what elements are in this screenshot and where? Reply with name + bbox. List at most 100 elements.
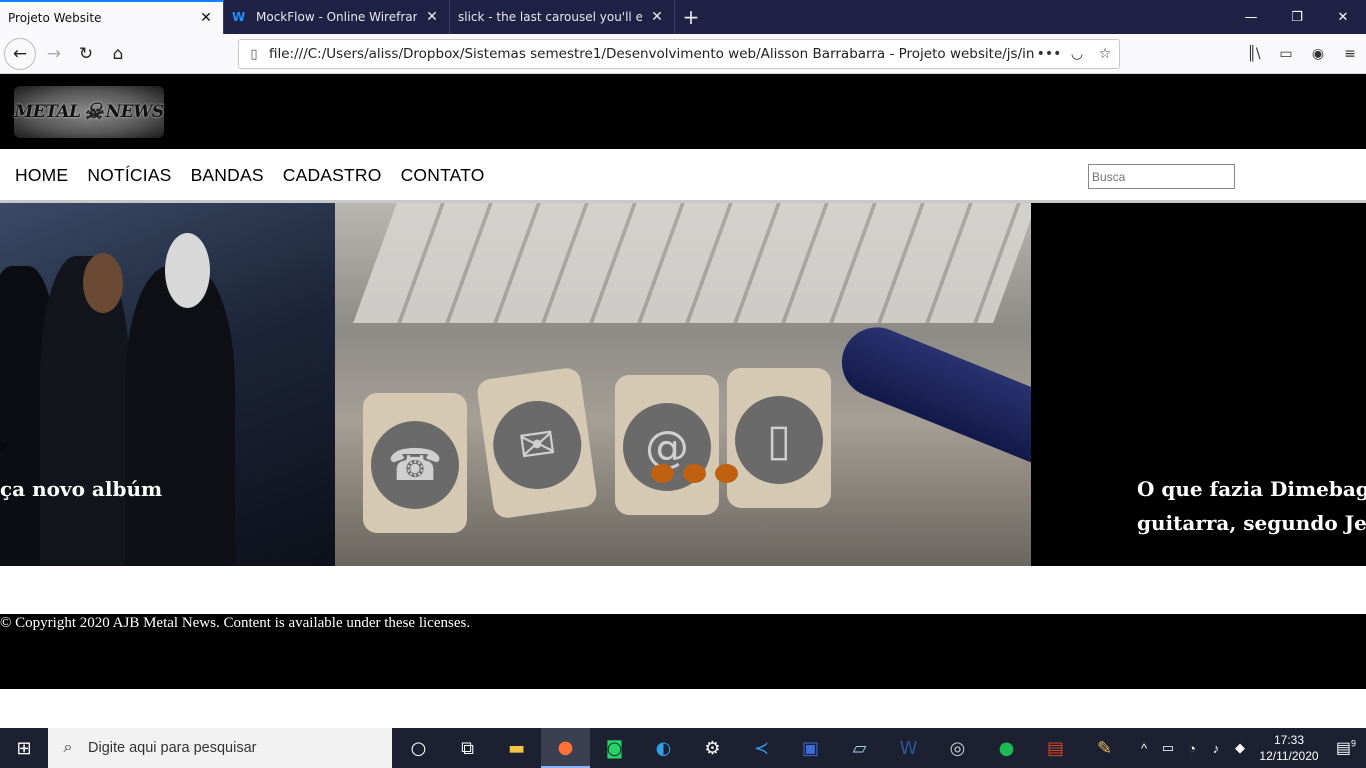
clock-time: 17:33 bbox=[1273, 733, 1305, 747]
dice-mail: ✉ bbox=[475, 366, 599, 520]
carousel-slide-band[interactable]: ça novo albúm bbox=[0, 203, 335, 566]
toolbar-right: ║\ ▭ ◉ ≡ bbox=[1238, 38, 1366, 70]
library-icon[interactable]: ║\ bbox=[1238, 38, 1270, 70]
system-tray: ^ ▭ ◔ ♪ ◆ 17:33 12/11/2020 ▤9 bbox=[1132, 728, 1366, 768]
carousel-dots bbox=[651, 464, 747, 483]
site-footer: © Copyright 2020 AJB Metal News. Content… bbox=[0, 614, 1366, 689]
home-icon[interactable]: ⌂ bbox=[102, 38, 134, 70]
account-icon[interactable]: ◉ bbox=[1302, 38, 1334, 70]
windows-start-icon[interactable]: ⊞ bbox=[0, 728, 48, 768]
carousel-dot[interactable] bbox=[683, 464, 706, 483]
back-button[interactable]: ← bbox=[4, 38, 36, 70]
dice-mobile: ▯ bbox=[727, 368, 831, 508]
pen-image bbox=[831, 316, 1031, 480]
address-bar[interactable]: ▯ file:///C:/Users/aliss/Dropbox/Sistema… bbox=[238, 39, 1120, 69]
carousel-slide-contact[interactable]: ☎ ✉ @ ▯ bbox=[335, 203, 1031, 566]
word-icon[interactable]: W bbox=[884, 728, 933, 768]
skull-icon: ☠ bbox=[83, 99, 104, 125]
forward-button[interactable]: → bbox=[38, 38, 70, 70]
sidebar-icon[interactable]: ▭ bbox=[1270, 38, 1302, 70]
site-header: METAL ☠ NEWS bbox=[0, 74, 1366, 149]
page-icon: ▯ bbox=[250, 46, 258, 62]
carousel-dot[interactable] bbox=[651, 464, 674, 483]
band-member-head bbox=[165, 233, 210, 308]
logo-text-right: NEWS bbox=[105, 102, 164, 122]
site-logo[interactable]: METAL ☠ NEWS bbox=[14, 86, 164, 138]
more-icon[interactable]: ••• bbox=[1035, 46, 1063, 62]
url-text[interactable]: file:///C:/Users/aliss/Dropbox/Sistemas … bbox=[269, 46, 1035, 62]
logo-text-left: METAL bbox=[14, 102, 81, 122]
pocket-icon[interactable]: ◡ bbox=[1063, 46, 1091, 62]
search-input[interactable] bbox=[1088, 164, 1235, 189]
copyright-text: © Copyright 2020 AJB Metal News. Content… bbox=[0, 615, 471, 631]
carousel-slide-dimebag[interactable]: O que fazia Dimebag guitarra, segundo Je… bbox=[1031, 203, 1366, 566]
task-view-icon[interactable]: ⧉ bbox=[443, 728, 492, 768]
stray-text: > bbox=[0, 439, 9, 455]
minimize-button[interactable]: — bbox=[1228, 0, 1274, 34]
volume-icon[interactable]: ♪ bbox=[1204, 741, 1228, 756]
chevron-up-icon[interactable]: ^ bbox=[1132, 741, 1156, 756]
notification-count: 9 bbox=[1351, 738, 1357, 749]
dice-phone: ☎ bbox=[363, 393, 467, 533]
tab-projeto-website[interactable]: Projeto Website ✕ bbox=[0, 0, 224, 34]
close-icon[interactable]: ✕ bbox=[648, 9, 666, 25]
tab-title: slick - the last carousel you'll ever n bbox=[458, 10, 642, 24]
envelope-icon: ✉ bbox=[487, 395, 587, 495]
whatsapp-icon[interactable]: ◙ bbox=[590, 728, 639, 768]
tab-mockflow[interactable]: W MockFlow - Online Wirefram ✕ bbox=[224, 0, 450, 34]
notepad-icon[interactable]: ▱ bbox=[835, 728, 884, 768]
caption-line-2: guitarra, segundo Jer bbox=[1137, 511, 1366, 535]
dice-at: @ bbox=[615, 375, 719, 515]
dropbox-icon[interactable]: ◆ bbox=[1228, 740, 1252, 756]
bookmark-star-icon[interactable]: ☆ bbox=[1091, 46, 1119, 62]
settings-gear-icon[interactable]: ⚙ bbox=[688, 728, 737, 768]
tab-title: Projeto Website bbox=[8, 11, 102, 25]
windows-taskbar: ⊞ ⌕ Digite aqui para pesquisar ○ ⧉ ▬ ● ◙… bbox=[0, 728, 1366, 768]
vscode-icon[interactable]: ≺ bbox=[737, 728, 786, 768]
nav-item-bandas[interactable]: BANDAS bbox=[191, 165, 264, 186]
keyboard-image bbox=[353, 203, 1031, 323]
nav-item-noticias[interactable]: NOTÍCIAS bbox=[87, 165, 171, 186]
clock[interactable]: 17:33 12/11/2020 bbox=[1252, 732, 1326, 764]
tab-slick[interactable]: slick - the last carousel you'll ever n … bbox=[450, 0, 675, 34]
site-nav: HOME NOTÍCIAS BANDAS CADASTRO CONTATO bbox=[0, 149, 1366, 203]
clock-date: 12/11/2020 bbox=[1259, 749, 1319, 763]
file-explorer-icon[interactable]: ▬ bbox=[492, 728, 541, 768]
devc-icon[interactable]: ▣ bbox=[786, 728, 835, 768]
firefox-icon[interactable]: ● bbox=[541, 728, 590, 768]
slide-caption: O que fazia Dimebag guitarra, segundo Je… bbox=[1137, 472, 1366, 540]
taskbar-search[interactable]: ⌕ Digite aqui para pesquisar bbox=[48, 728, 392, 768]
notification-icon[interactable]: ▤9 bbox=[1326, 738, 1366, 758]
wifi-icon[interactable]: ◔ bbox=[1180, 741, 1204, 756]
reload-button[interactable]: ↻ bbox=[70, 38, 102, 70]
battery-icon[interactable]: ▭ bbox=[1156, 740, 1180, 756]
powerpoint-icon[interactable]: ▤ bbox=[1031, 728, 1080, 768]
caption-line-1: O que fazia Dimebag bbox=[1137, 477, 1366, 501]
menu-icon[interactable]: ≡ bbox=[1334, 38, 1366, 70]
mockflow-icon: W bbox=[232, 10, 246, 24]
browser-tab-bar: Projeto Website ✕ W MockFlow - Online Wi… bbox=[0, 0, 1366, 34]
carousel[interactable]: ça novo albúm ☎ ✉ @ ▯ O que fazia Dimeba… bbox=[0, 203, 1366, 566]
carousel-dot[interactable] bbox=[715, 464, 738, 483]
band-member bbox=[125, 266, 235, 566]
nav-item-cadastro[interactable]: CADASTRO bbox=[283, 165, 382, 186]
taskbar-apps: ○ ⧉ ▬ ● ◙ ◐ ⚙ ≺ ▣ ▱ W ◎ ● ▤ ✎ bbox=[394, 728, 1129, 768]
paint-icon[interactable]: ✎ bbox=[1080, 728, 1129, 768]
edge-icon[interactable]: ◐ bbox=[639, 728, 688, 768]
new-tab-button[interactable]: + bbox=[675, 0, 707, 34]
mobile-phone-icon: ▯ bbox=[735, 396, 823, 484]
spotify-icon[interactable]: ● bbox=[982, 728, 1031, 768]
media-player-icon[interactable]: ◎ bbox=[933, 728, 982, 768]
close-icon[interactable]: ✕ bbox=[423, 9, 441, 25]
nav-item-home[interactable]: HOME bbox=[15, 165, 68, 186]
browser-toolbar: ← → ↻ ⌂ ▯ file:///C:/Users/aliss/Dropbox… bbox=[0, 34, 1366, 74]
close-icon[interactable]: ✕ bbox=[197, 10, 215, 26]
close-window-button[interactable]: ✕ bbox=[1320, 0, 1366, 34]
cortana-icon[interactable]: ○ bbox=[394, 728, 443, 768]
search-icon: ⌕ bbox=[63, 739, 73, 756]
taskbar-search-placeholder: Digite aqui para pesquisar bbox=[88, 740, 257, 756]
web-page: METAL ☠ NEWS HOME NOTÍCIAS BANDAS CADAST… bbox=[0, 74, 1366, 728]
nav-item-contato[interactable]: CONTATO bbox=[401, 165, 485, 186]
restore-button[interactable]: ❐ bbox=[1274, 0, 1320, 34]
band-member-head bbox=[83, 253, 123, 313]
